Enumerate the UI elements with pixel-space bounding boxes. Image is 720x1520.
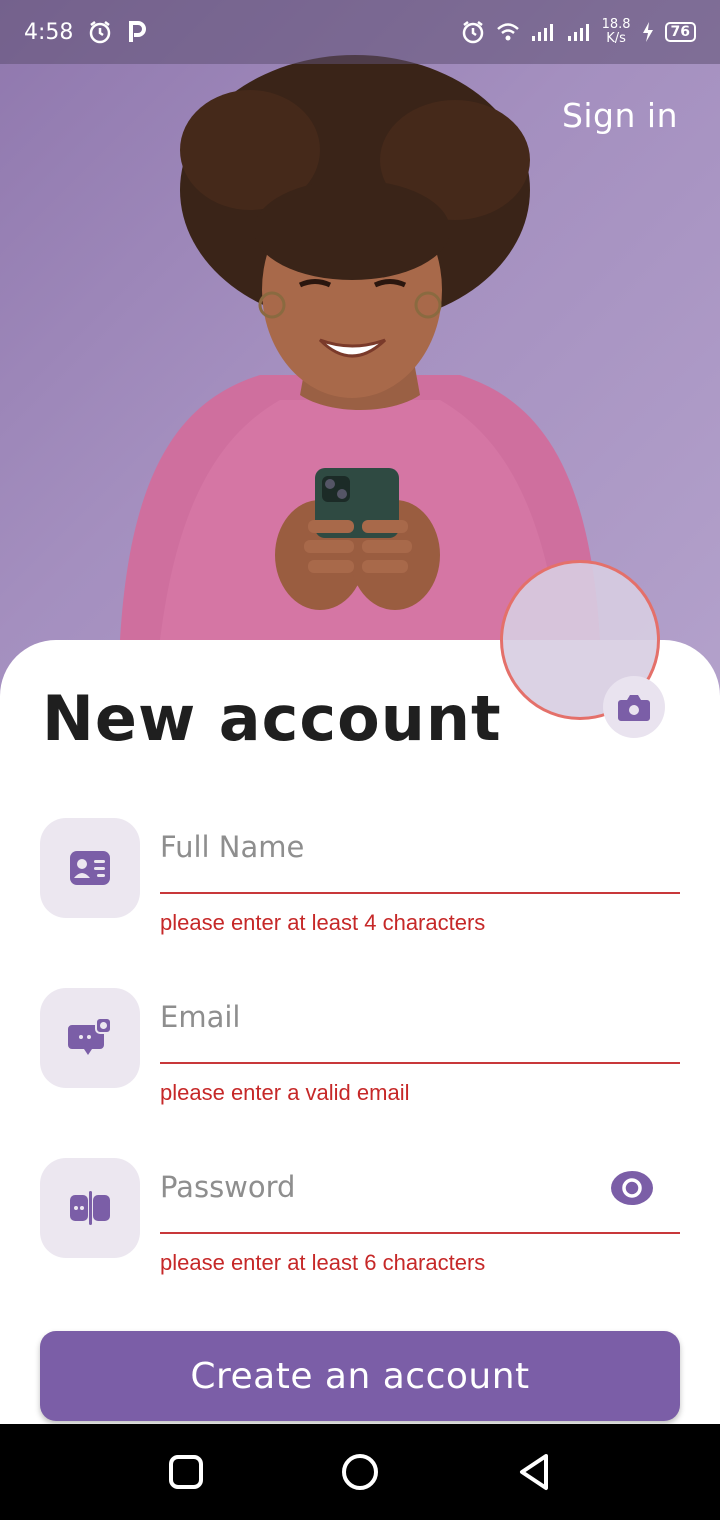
page-title: New account bbox=[42, 682, 502, 755]
email-icon-box bbox=[40, 988, 140, 1088]
sign-in-link[interactable]: Sign in bbox=[562, 96, 678, 135]
charging-icon bbox=[642, 22, 653, 42]
speed-unit: K/s bbox=[606, 31, 626, 46]
eye-icon[interactable] bbox=[610, 1170, 654, 1206]
battery-icon: 76 bbox=[664, 22, 696, 42]
alarm-icon bbox=[462, 21, 483, 44]
home-circle-icon[interactable] bbox=[336, 1448, 384, 1496]
create-account-button[interactable]: Create an account bbox=[40, 1331, 680, 1421]
alarm-icon bbox=[90, 21, 111, 44]
password-icon bbox=[70, 1191, 110, 1225]
back-triangle-icon[interactable] bbox=[510, 1448, 558, 1496]
password-error: please enter at least 6 characters bbox=[160, 1250, 486, 1275]
email-field-group: Email please enter a valid email bbox=[40, 988, 680, 1118]
full-name-error: please enter at least 4 characters bbox=[160, 910, 486, 935]
recents-square-icon[interactable] bbox=[162, 1448, 210, 1496]
camera-icon bbox=[618, 695, 650, 721]
full-name-field-group: Full Name please enter at least 4 charac… bbox=[40, 818, 680, 948]
message-icon bbox=[68, 1017, 112, 1055]
full-name-icon-box bbox=[40, 818, 140, 918]
email-error: please enter a valid email bbox=[160, 1080, 410, 1105]
app-root: 4:58 18.8 K/s 76 Sign in New account Ful… bbox=[0, 0, 720, 1520]
system-nav-bar bbox=[0, 1424, 720, 1520]
full-name-input[interactable]: Full Name bbox=[160, 828, 680, 894]
signal-icon bbox=[567, 24, 589, 41]
id-card-icon bbox=[70, 851, 110, 885]
speed-value: 18.8 bbox=[601, 17, 631, 32]
password-field-group: Password please enter at least 6 charact… bbox=[40, 1158, 680, 1288]
status-bar: 4:58 18.8 K/s 76 bbox=[0, 0, 720, 64]
network-speed: 18.8 K/s bbox=[602, 18, 631, 46]
password-icon-box bbox=[40, 1158, 140, 1258]
signal-icon bbox=[531, 24, 553, 41]
password-input[interactable]: Password bbox=[160, 1168, 680, 1234]
parking-app-icon bbox=[129, 21, 147, 42]
status-time: 4:58 bbox=[24, 19, 74, 45]
camera-button[interactable] bbox=[603, 676, 665, 738]
wifi-icon bbox=[496, 23, 519, 41]
email-input[interactable]: Email bbox=[160, 998, 680, 1064]
